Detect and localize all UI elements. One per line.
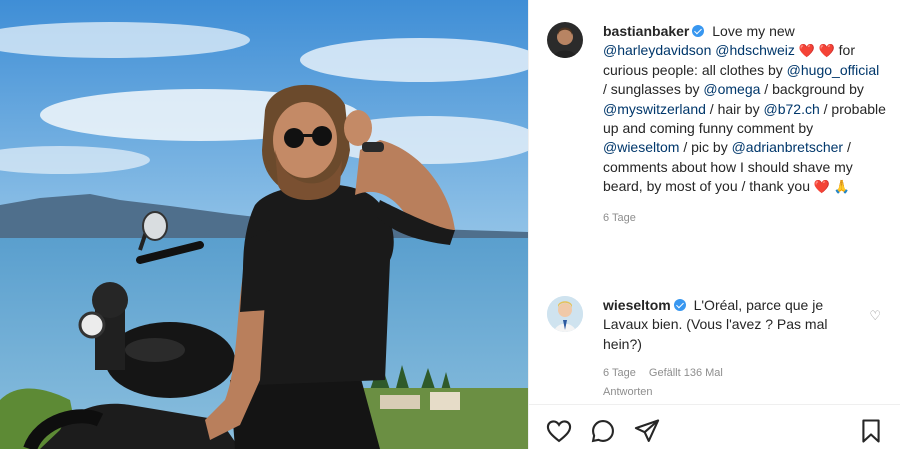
caption-segment: / sunglasses by [603,81,700,98]
heart-emoji: ❤️ ❤️ [798,43,835,59]
post-caption: bastianbaker Love my new @harleydavidson… [547,22,887,228]
post-photo[interactable] [0,0,528,449]
bookmark-icon[interactable] [857,417,885,445]
reply-button[interactable]: Antworten [603,383,853,402]
comment-meta: 6 Tage Gefällt 136 Mal [603,364,853,383]
mention-link[interactable]: @myswitzerland [603,101,706,117]
mention-link[interactable]: @omega [703,81,760,97]
heart-icon[interactable] [545,417,573,445]
comment-icon[interactable] [589,417,617,445]
author-username[interactable]: bastianbaker [603,23,689,39]
heart-pray-emoji: ❤️ 🙏 [813,179,850,195]
comment-username[interactable]: wieseltom [603,297,671,313]
caption-segment: Love my new [712,23,795,39]
share-icon[interactable] [633,417,661,445]
instagram-post: bastianbaker Love my new @harleydavidson… [0,0,900,450]
post-side-panel: bastianbaker Love my new @harleydavidson… [528,0,900,450]
comment-likes[interactable]: Gefällt 136 Mal [649,367,723,379]
avatar[interactable] [547,22,583,58]
caption-segment: / pic by [679,139,728,156]
mention-link[interactable]: @b72.ch [764,101,820,117]
mention-link[interactable]: @hdschweiz [715,42,795,58]
verified-badge-icon [673,299,686,311]
caption-text: bastianbaker Love my new @harleydavidson… [603,22,887,228]
mention-link[interactable]: @hugo_official [787,62,880,78]
comment-body: wieseltom L'Oréal, parce que je Lavaux b… [603,296,853,402]
mention-link[interactable]: @adrianbretscher [732,139,844,155]
comment-time[interactable]: 6 Tage [603,367,636,379]
photo-motorcycle-man [0,0,528,449]
mention-link[interactable]: @wieseltom [603,139,679,155]
caption-segment: / background by [760,81,864,98]
comment-like-heart-icon[interactable]: ♡ [869,308,881,324]
mention-link[interactable]: @harleydavidson [603,42,711,58]
action-bar [529,404,900,450]
avatar[interactable] [547,296,583,332]
comment-item: wieseltom L'Oréal, parce que je Lavaux b… [547,296,887,402]
post-timestamp[interactable]: 6 Tage [603,209,887,228]
verified-badge-icon [692,25,705,37]
caption-segment: / hair by [705,100,764,117]
